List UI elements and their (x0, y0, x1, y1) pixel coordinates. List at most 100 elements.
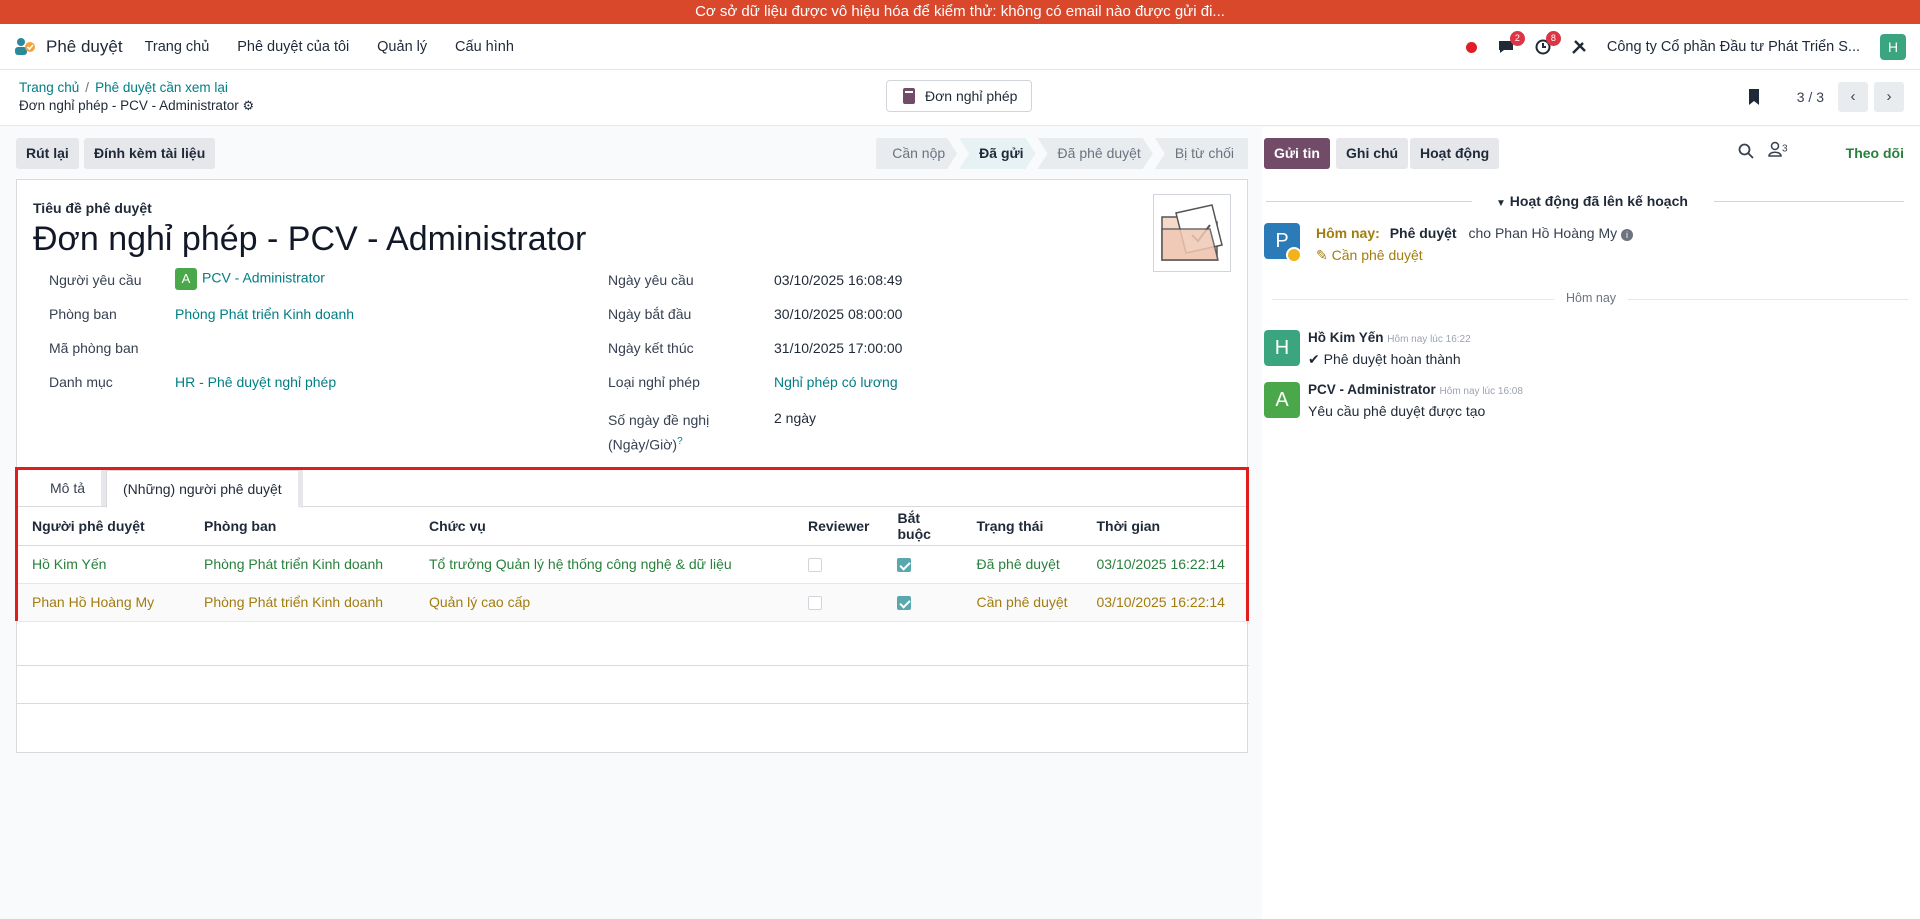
breadcrumb-parent[interactable]: Phê duyệt cần xem lại (95, 80, 228, 95)
col-time[interactable]: Thời gian (1082, 507, 1246, 546)
form-pane: Rút lại Đính kèm tài liệu Cần nộp Đã gửi… (0, 127, 1262, 919)
activity-summary-link[interactable]: ✎ Cần phê duyệt (1316, 247, 1423, 264)
withdraw-button[interactable]: Rút lại (16, 138, 79, 169)
chevron-left-icon: ‹ (1850, 88, 1856, 105)
record-image[interactable] (1153, 194, 1231, 272)
approver-position: Tổ trưởng Quản lý hệ thống công nghệ & d… (415, 545, 794, 584)
stage-refused[interactable]: Bị từ chối (1154, 138, 1248, 169)
planned-divider (1266, 201, 1472, 202)
chatter-topbar: Gửi tin Ghi chú Hoạt động 3 Theo dõi (1262, 127, 1920, 177)
stage-approved[interactable]: Đã phê duyệt (1038, 138, 1153, 169)
follow-button[interactable]: Theo dõi (1846, 145, 1904, 161)
company-switcher[interactable]: Công ty Cổ phần Đầu tư Phát Triển S... (1607, 39, 1860, 55)
followers-button[interactable]: 3 (1768, 141, 1788, 160)
pager-previous-button[interactable]: ‹ (1838, 82, 1868, 112)
message-avatar[interactable]: H (1264, 330, 1300, 366)
reviewer-checkbox[interactable] (808, 558, 822, 573)
approval-title[interactable]: Đơn nghỉ phép - PCV - Administrator (33, 220, 586, 259)
reviewer-cell (794, 545, 884, 584)
user-avatar[interactable]: H (1880, 34, 1906, 60)
requester-field[interactable]: A PCV - Administrator (175, 268, 325, 290)
start-date-value[interactable]: 30/10/2025 08:00:00 (774, 306, 902, 322)
planned-activities-title: Hoạt động đã lên kế hoạch (1509, 193, 1688, 209)
help-tooltip-icon[interactable]: ? (677, 436, 683, 447)
table-row[interactable]: Hồ Kim Yến Phòng Phát triển Kinh doanh T… (18, 545, 1246, 584)
tools-icon[interactable] (1571, 39, 1587, 55)
breadcrumb-home[interactable]: Trang chủ (19, 80, 79, 95)
user-icon (1768, 141, 1782, 157)
leave-request-smart-button[interactable]: Đơn nghỉ phép (886, 80, 1033, 112)
title-label: Tiêu đề phê duyệt (33, 200, 152, 216)
log-note-button[interactable]: Ghi chú (1336, 138, 1409, 169)
end-date-value[interactable]: 31/10/2025 17:00:00 (774, 340, 902, 356)
recording-dot-icon[interactable] (1465, 41, 1477, 53)
approver-time: 03/10/2025 16:22:14 (1082, 545, 1246, 584)
planned-activities-toggle[interactable]: ▼ Hoạt động đã lên kế hoạch (1488, 193, 1696, 209)
stage-to-submit[interactable]: Cần nộp (876, 138, 957, 169)
gear-icon[interactable]: ⚙ (242, 98, 254, 113)
stage-submitted[interactable]: Đã gửi (959, 138, 1035, 169)
requester-link[interactable]: PCV - Administrator (202, 270, 325, 286)
requester-avatar: A (175, 268, 197, 290)
required-cell (883, 545, 963, 584)
app-name: Phê duyệt (46, 36, 123, 56)
approver-status: Cần phê duyệt (962, 583, 1083, 622)
required-checkbox[interactable] (897, 558, 912, 573)
col-department[interactable]: Phòng ban (190, 507, 415, 546)
send-message-button[interactable]: Gửi tin (1264, 138, 1330, 169)
check-circle-icon: ✔ (1308, 351, 1320, 367)
followers-count: 3 (1782, 143, 1788, 155)
leave-type-link[interactable]: Nghỉ phép có lương (774, 374, 898, 390)
requester-label: Người yêu cầu (49, 272, 142, 288)
category-link[interactable]: HR - Phê duyệt nghỉ phép (175, 374, 336, 390)
col-reviewer[interactable]: Reviewer (794, 507, 884, 546)
attach-document-button[interactable]: Đính kèm tài liệu (84, 138, 216, 169)
planned-divider (1714, 201, 1904, 202)
request-date-value[interactable]: 03/10/2025 16:08:49 (774, 272, 902, 288)
menu-my-approvals[interactable]: Phê duyệt của tôi (237, 39, 349, 55)
reviewer-checkbox[interactable] (808, 596, 822, 611)
chatter-message: A PCV - Administrator Hôm nay lúc 16:08 … (1264, 382, 1904, 422)
table-row[interactable]: Phan Hồ Hoàng My Phòng Phát triển Kinh d… (18, 583, 1246, 622)
col-required[interactable]: Bắt buộc (883, 507, 963, 546)
col-status[interactable]: Trạng thái (962, 507, 1083, 546)
folder-check-icon (1161, 204, 1223, 261)
pencil-icon: ✎ (1316, 247, 1328, 263)
book-icon (903, 88, 915, 104)
tab-approvers[interactable]: (Những) người phê duyệt (106, 470, 303, 508)
col-approver[interactable]: Người phê duyệt (18, 507, 190, 546)
department-link[interactable]: Phòng Phát triển Kinh doanh (175, 306, 354, 322)
activity-button[interactable]: Hoạt động (1410, 138, 1500, 169)
requested-days-label: Số ngày đề nghị (Ngày/Giờ)? (608, 410, 709, 456)
menu-home[interactable]: Trang chủ (145, 39, 210, 55)
menu-config[interactable]: Cấu hình (455, 39, 514, 55)
stage-pipeline: Cần nộp Đã gửi Đã phê duyệt Bị từ chối (874, 138, 1248, 169)
requested-days-value[interactable]: 2 ngày (774, 410, 816, 426)
menu-manage[interactable]: Quản lý (377, 39, 427, 55)
required-checkbox[interactable] (897, 596, 912, 611)
message-author[interactable]: PCV - Administrator (1308, 382, 1436, 397)
chevron-right-icon: › (1886, 88, 1892, 105)
leave-type-label: Loại nghỉ phép (608, 374, 700, 390)
col-position[interactable]: Chức vụ (415, 507, 794, 546)
request-date-label: Ngày yêu cầu (608, 272, 694, 288)
message-avatar[interactable]: A (1264, 382, 1300, 418)
activity-check-icon (1286, 247, 1302, 263)
message-body: Phê duyệt hoàn thành (1323, 351, 1461, 367)
pager-next-button[interactable]: › (1874, 82, 1904, 112)
search-icon[interactable] (1738, 143, 1754, 162)
messages-button[interactable]: 2 (1497, 31, 1525, 55)
status-bar: Rút lại Đính kèm tài liệu Cần nộp Đã gửi… (0, 127, 1262, 177)
breadcrumb-current: Đơn nghỉ phép - PCV - Administrator (19, 98, 239, 113)
bookmark-icon[interactable] (1747, 88, 1761, 106)
info-icon[interactable]: i (1621, 229, 1634, 241)
empty-row-divider (17, 665, 1249, 666)
tab-description[interactable]: Mô tả (34, 470, 107, 506)
app-brand[interactable]: Phê duyệt (14, 36, 123, 58)
pager: 3 / 3 ‹ › (1747, 82, 1904, 112)
approver-department: Phòng Phát triển Kinh doanh (190, 583, 415, 622)
message-author[interactable]: Hồ Kim Yến (1308, 330, 1384, 345)
activity-due: Hôm nay: (1316, 225, 1380, 241)
activities-button[interactable]: 8 (1535, 31, 1561, 55)
requested-days-label-line1: Số ngày đề nghị (608, 412, 710, 428)
